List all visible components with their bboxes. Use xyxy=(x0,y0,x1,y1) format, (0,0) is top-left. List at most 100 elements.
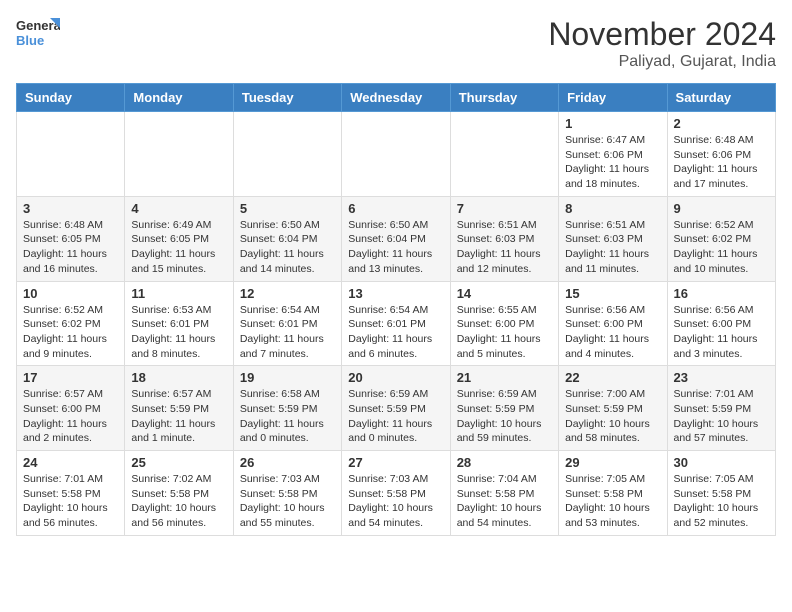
day-number: 2 xyxy=(674,116,769,131)
calendar-cell: 14 Sunrise: 6:55 AM Sunset: 6:00 PM Dayli… xyxy=(450,281,558,366)
day-info: Sunrise: 6:49 AM Sunset: 6:05 PM Dayligh… xyxy=(131,218,226,277)
calendar-week-row: 17 Sunrise: 6:57 AM Sunset: 6:00 PM Dayli… xyxy=(17,366,776,451)
day-info: Sunrise: 6:59 AM Sunset: 5:59 PM Dayligh… xyxy=(348,387,443,446)
calendar-cell: 25 Sunrise: 7:02 AM Sunset: 5:58 PM Dayli… xyxy=(125,451,233,536)
calendar-cell: 6Sunrise: 6:50 AM Sunset: 6:04 PM Daylig… xyxy=(342,196,450,281)
day-info: Sunrise: 6:47 AM Sunset: 6:06 PM Dayligh… xyxy=(565,133,660,192)
calendar-week-row: 24 Sunrise: 7:01 AM Sunset: 5:58 PM Dayli… xyxy=(17,451,776,536)
weekday-header: Friday xyxy=(559,84,667,112)
day-number: 15 xyxy=(565,286,660,301)
day-info: Sunrise: 7:03 AM Sunset: 5:58 PM Dayligh… xyxy=(240,472,335,531)
day-number: 25 xyxy=(131,455,226,470)
day-number: 24 xyxy=(23,455,118,470)
calendar-cell: 3Sunrise: 6:48 AM Sunset: 6:05 PM Daylig… xyxy=(17,196,125,281)
day-number: 27 xyxy=(348,455,443,470)
day-info: Sunrise: 6:57 AM Sunset: 6:00 PM Dayligh… xyxy=(23,387,118,446)
day-info: Sunrise: 7:01 AM Sunset: 5:59 PM Dayligh… xyxy=(674,387,769,446)
day-number: 1 xyxy=(565,116,660,131)
weekday-header: Wednesday xyxy=(342,84,450,112)
weekday-header: Sunday xyxy=(17,84,125,112)
day-info: Sunrise: 6:55 AM Sunset: 6:00 PM Dayligh… xyxy=(457,303,552,362)
day-number: 22 xyxy=(565,370,660,385)
calendar-cell: 7 Sunrise: 6:51 AM Sunset: 6:03 PM Daylig… xyxy=(450,196,558,281)
page-header: GeneralBlue November 2024 Paliyad, Gujar… xyxy=(16,16,776,71)
day-number: 8 xyxy=(565,201,660,216)
calendar-cell xyxy=(342,112,450,197)
day-number: 17 xyxy=(23,370,118,385)
day-number: 6 xyxy=(348,201,443,216)
calendar-cell: 12Sunrise: 6:54 AM Sunset: 6:01 PM Dayli… xyxy=(233,281,341,366)
calendar-cell: 9 Sunrise: 6:52 AM Sunset: 6:02 PM Daylig… xyxy=(667,196,775,281)
logo: GeneralBlue xyxy=(16,16,60,52)
day-number: 4 xyxy=(131,201,226,216)
calendar-cell: 2 Sunrise: 6:48 AM Sunset: 6:06 PM Daylig… xyxy=(667,112,775,197)
calendar-cell: 29 Sunrise: 7:05 AM Sunset: 5:58 PM Dayli… xyxy=(559,451,667,536)
day-info: Sunrise: 7:01 AM Sunset: 5:58 PM Dayligh… xyxy=(23,472,118,531)
day-number: 21 xyxy=(457,370,552,385)
weekday-header: Tuesday xyxy=(233,84,341,112)
day-number: 28 xyxy=(457,455,552,470)
calendar-cell xyxy=(450,112,558,197)
calendar-table: SundayMondayTuesdayWednesdayThursdayFrid… xyxy=(16,83,776,536)
day-info: Sunrise: 6:51 AM Sunset: 6:03 PM Dayligh… xyxy=(457,218,552,277)
calendar-cell: 13Sunrise: 6:54 AM Sunset: 6:01 PM Dayli… xyxy=(342,281,450,366)
calendar-cell: 10 Sunrise: 6:52 AM Sunset: 6:02 PM Dayli… xyxy=(17,281,125,366)
calendar-cell: 24 Sunrise: 7:01 AM Sunset: 5:58 PM Dayli… xyxy=(17,451,125,536)
day-number: 19 xyxy=(240,370,335,385)
logo-svg: GeneralBlue xyxy=(16,16,60,52)
calendar-cell: 18 Sunrise: 6:57 AM Sunset: 5:59 PM Dayli… xyxy=(125,366,233,451)
calendar-week-row: 3Sunrise: 6:48 AM Sunset: 6:05 PM Daylig… xyxy=(17,196,776,281)
weekday-header: Saturday xyxy=(667,84,775,112)
calendar-cell xyxy=(17,112,125,197)
day-number: 11 xyxy=(131,286,226,301)
day-info: Sunrise: 7:03 AM Sunset: 5:58 PM Dayligh… xyxy=(348,472,443,531)
calendar-cell: 15Sunrise: 6:56 AM Sunset: 6:00 PM Dayli… xyxy=(559,281,667,366)
day-info: Sunrise: 6:51 AM Sunset: 6:03 PM Dayligh… xyxy=(565,218,660,277)
day-info: Sunrise: 6:52 AM Sunset: 6:02 PM Dayligh… xyxy=(674,218,769,277)
title-block: November 2024 Paliyad, Gujarat, India xyxy=(548,16,776,71)
day-info: Sunrise: 6:48 AM Sunset: 6:06 PM Dayligh… xyxy=(674,133,769,192)
day-info: Sunrise: 6:57 AM Sunset: 5:59 PM Dayligh… xyxy=(131,387,226,446)
day-info: Sunrise: 6:50 AM Sunset: 6:04 PM Dayligh… xyxy=(240,218,335,277)
day-info: Sunrise: 7:00 AM Sunset: 5:59 PM Dayligh… xyxy=(565,387,660,446)
calendar-cell xyxy=(233,112,341,197)
day-number: 10 xyxy=(23,286,118,301)
calendar-cell xyxy=(125,112,233,197)
day-info: Sunrise: 6:48 AM Sunset: 6:05 PM Dayligh… xyxy=(23,218,118,277)
calendar-cell: 23Sunrise: 7:01 AM Sunset: 5:59 PM Dayli… xyxy=(667,366,775,451)
calendar-cell: 16Sunrise: 6:56 AM Sunset: 6:00 PM Dayli… xyxy=(667,281,775,366)
calendar-cell: 20 Sunrise: 6:59 AM Sunset: 5:59 PM Dayli… xyxy=(342,366,450,451)
day-info: Sunrise: 7:04 AM Sunset: 5:58 PM Dayligh… xyxy=(457,472,552,531)
calendar-cell: 27 Sunrise: 7:03 AM Sunset: 5:58 PM Dayli… xyxy=(342,451,450,536)
day-number: 30 xyxy=(674,455,769,470)
day-number: 14 xyxy=(457,286,552,301)
day-number: 7 xyxy=(457,201,552,216)
day-number: 20 xyxy=(348,370,443,385)
calendar-cell: 4 Sunrise: 6:49 AM Sunset: 6:05 PM Daylig… xyxy=(125,196,233,281)
day-info: Sunrise: 7:05 AM Sunset: 5:58 PM Dayligh… xyxy=(565,472,660,531)
day-info: Sunrise: 6:54 AM Sunset: 6:01 PM Dayligh… xyxy=(240,303,335,362)
month-title: November 2024 xyxy=(548,16,776,53)
day-number: 16 xyxy=(674,286,769,301)
weekday-header: Thursday xyxy=(450,84,558,112)
day-number: 9 xyxy=(674,201,769,216)
day-info: Sunrise: 6:59 AM Sunset: 5:59 PM Dayligh… xyxy=(457,387,552,446)
day-number: 18 xyxy=(131,370,226,385)
svg-text:Blue: Blue xyxy=(16,33,44,48)
calendar-cell: 22 Sunrise: 7:00 AM Sunset: 5:59 PM Dayli… xyxy=(559,366,667,451)
day-info: Sunrise: 6:58 AM Sunset: 5:59 PM Dayligh… xyxy=(240,387,335,446)
calendar-cell: 5Sunrise: 6:50 AM Sunset: 6:04 PM Daylig… xyxy=(233,196,341,281)
location: Paliyad, Gujarat, India xyxy=(548,53,776,71)
day-info: Sunrise: 6:54 AM Sunset: 6:01 PM Dayligh… xyxy=(348,303,443,362)
day-info: Sunrise: 6:52 AM Sunset: 6:02 PM Dayligh… xyxy=(23,303,118,362)
calendar-cell: 30Sunrise: 7:05 AM Sunset: 5:58 PM Dayli… xyxy=(667,451,775,536)
day-info: Sunrise: 7:02 AM Sunset: 5:58 PM Dayligh… xyxy=(131,472,226,531)
calendar-week-row: 1 Sunrise: 6:47 AM Sunset: 6:06 PM Daylig… xyxy=(17,112,776,197)
calendar-cell: 17 Sunrise: 6:57 AM Sunset: 6:00 PM Dayli… xyxy=(17,366,125,451)
calendar-cell: 8 Sunrise: 6:51 AM Sunset: 6:03 PM Daylig… xyxy=(559,196,667,281)
day-number: 29 xyxy=(565,455,660,470)
weekday-header: Monday xyxy=(125,84,233,112)
weekday-header-row: SundayMondayTuesdayWednesdayThursdayFrid… xyxy=(17,84,776,112)
calendar-cell: 11 Sunrise: 6:53 AM Sunset: 6:01 PM Dayli… xyxy=(125,281,233,366)
day-info: Sunrise: 6:53 AM Sunset: 6:01 PM Dayligh… xyxy=(131,303,226,362)
